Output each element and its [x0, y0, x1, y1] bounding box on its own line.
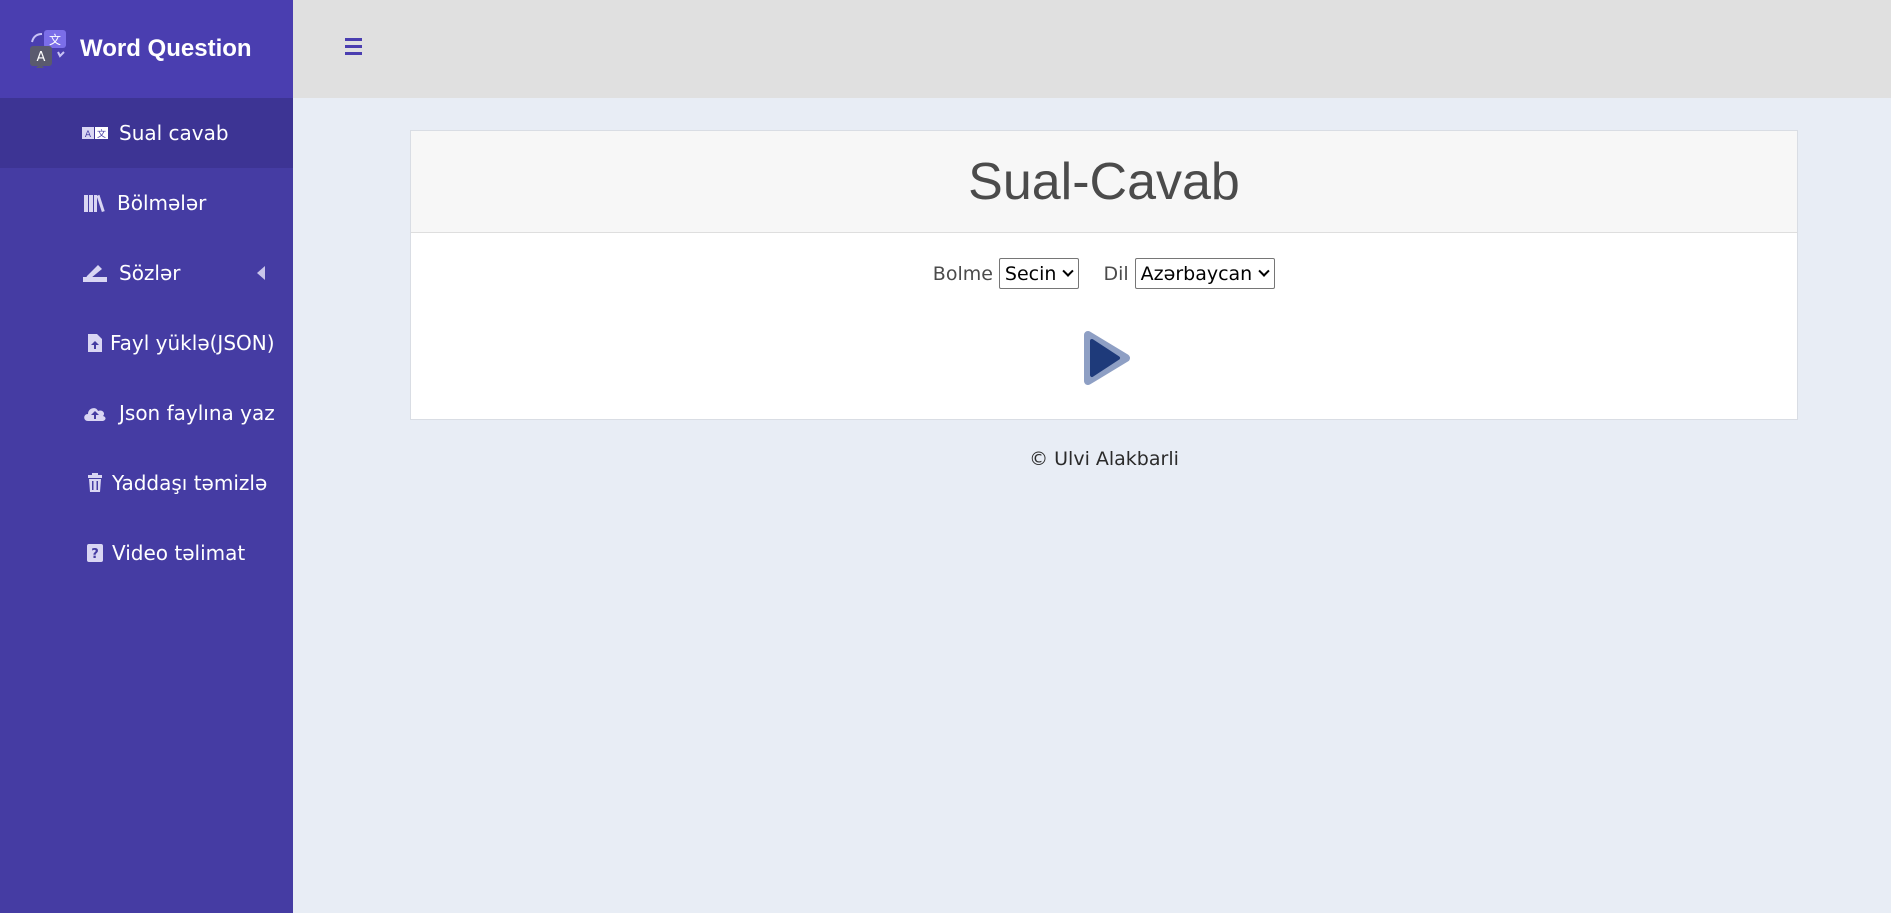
language-label: Dil — [1103, 262, 1129, 285]
translate-logo-icon: 文 A — [28, 28, 70, 70]
section-select-value: Secin — [1004, 262, 1057, 285]
sidebar-item-label: Video təlimat — [112, 541, 246, 565]
svg-text:文: 文 — [97, 128, 106, 140]
brand-name: Word Question — [80, 35, 252, 62]
language-select-value: Azərbaycan — [1140, 262, 1253, 285]
sidebar-item-label: Json faylına yaz — [119, 401, 275, 425]
translate-icon: A文 — [82, 122, 108, 144]
chevron-down-icon — [1062, 265, 1075, 277]
quiz-card: Sual-Cavab Bolme Secin Dil Azərbaycan — [410, 130, 1798, 420]
svg-text:?: ? — [91, 547, 99, 562]
sidebar-item-label: Sual cavab — [119, 121, 229, 145]
sidebar: 文 A Word Question A文 Sual cavab Bölmələr — [0, 0, 293, 913]
sidebar-item-video-telimat[interactable]: ? Video təlimat — [0, 518, 293, 588]
sidebar-item-sozler[interactable]: Sözlər — [0, 238, 293, 308]
topbar — [293, 0, 1891, 98]
sidebar-item-yaddasi-temizle[interactable]: Yaddaşı təmizlə — [0, 448, 293, 518]
hamburger-menu-icon[interactable] — [345, 38, 362, 56]
footer: © Ulvi Alakbarli — [410, 448, 1798, 470]
sidebar-item-label: Bölmələr — [117, 191, 207, 215]
sidebar-item-json-yaz[interactable]: Json faylına yaz — [0, 378, 293, 448]
sidebar-item-fayl-yukle[interactable]: Fayl yüklə(JSON) — [0, 308, 293, 378]
copyright-text: © Ulvi Alakbarli — [1029, 448, 1179, 470]
books-icon — [82, 192, 108, 214]
section-select[interactable]: Secin — [998, 258, 1080, 289]
caret-left-icon[interactable] — [257, 266, 265, 280]
sidebar-item-sual-cavab[interactable]: A文 Sual cavab — [0, 98, 293, 168]
language-select[interactable]: Azərbaycan — [1134, 258, 1276, 289]
brand[interactable]: 文 A Word Question — [0, 0, 293, 98]
cloud-upload-icon — [82, 402, 108, 424]
file-upload-icon — [82, 332, 108, 354]
svg-text:A: A — [37, 50, 46, 65]
question-icon: ? — [82, 542, 108, 564]
play-icon — [1084, 331, 1130, 385]
pen-icon — [82, 262, 108, 284]
sidebar-item-label: Fayl yüklə(JSON) — [110, 331, 275, 355]
chevron-down-icon — [1258, 265, 1270, 277]
sidebar-item-label: Sözlər — [119, 261, 181, 285]
play-button[interactable] — [1082, 331, 1130, 385]
trash-icon — [82, 472, 108, 494]
page-title: Sual-Cavab — [968, 152, 1240, 211]
svg-text:A: A — [85, 130, 92, 140]
section-label: Bolme — [932, 262, 993, 285]
sidebar-item-label: Yaddaşı təmizlə — [112, 471, 268, 495]
card-header: Sual-Cavab — [411, 131, 1797, 233]
quiz-controls: Bolme Secin Dil Azərbaycan — [411, 258, 1797, 289]
sidebar-nav: A文 Sual cavab Bölmələr Sözlər Fayl yüklə… — [0, 98, 293, 588]
svg-text:文: 文 — [49, 32, 61, 47]
sidebar-item-bolmeler[interactable]: Bölmələr — [0, 168, 293, 238]
